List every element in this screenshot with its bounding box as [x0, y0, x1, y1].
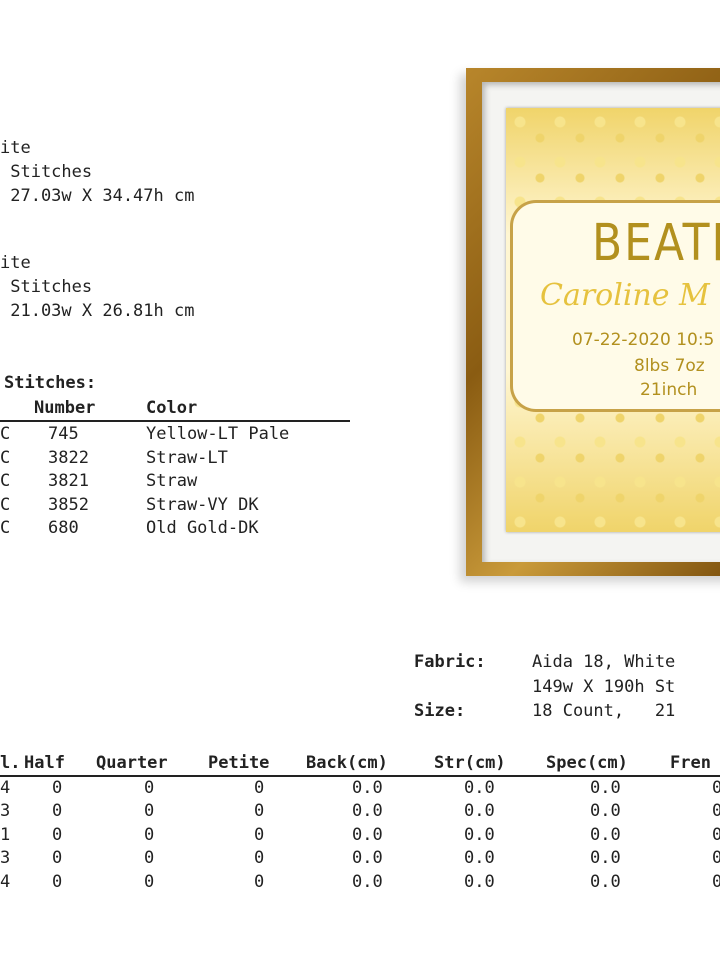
count-full: 4: [0, 778, 11, 798]
counts-col-back: Back(cm): [306, 753, 388, 773]
legend-color: Straw: [146, 471, 198, 491]
count-spec: 0.0: [590, 778, 621, 798]
count-quarter: 0: [144, 825, 155, 845]
legend-col-number: Number: [34, 398, 96, 418]
count-full: 3: [0, 801, 11, 821]
count-quarter: 0: [144, 848, 155, 868]
count-fren: 0: [712, 825, 720, 845]
cross-stitch-preview: BEATRIC Caroline M 07-22-2020 10:5 8lbs …: [506, 108, 720, 532]
count-petite: 0: [254, 825, 265, 845]
legend-brand: C: [0, 495, 11, 515]
legend-col-color: Color: [146, 398, 198, 418]
count-back: 0.0: [352, 872, 383, 892]
size-line-1: 27.03w X 34.47h cm: [0, 186, 195, 206]
count-petite: 0: [254, 801, 265, 821]
count-full: 1: [0, 825, 11, 845]
picture-first-name: BEATRIC: [592, 214, 720, 273]
legend-header-rule: [0, 420, 350, 422]
picture-frame: BEATRIC Caroline M 07-22-2020 10:5 8lbs …: [466, 68, 720, 576]
count-half: 0: [52, 848, 63, 868]
count-back: 0.0: [352, 778, 383, 798]
count-back: 0.0: [352, 848, 383, 868]
count-fren: 0: [712, 778, 720, 798]
count-str: 0.0: [464, 778, 495, 798]
count-quarter: 0: [144, 801, 155, 821]
counts-col-str: Str(cm): [434, 753, 506, 773]
count-str: 0.0: [464, 848, 495, 868]
count-str: 0.0: [464, 801, 495, 821]
legend-brand: C: [0, 471, 11, 491]
legend-color: Straw-LT: [146, 448, 228, 468]
size-line-2: 21.03w X 26.81h cm: [0, 301, 195, 321]
count-str: 0.0: [464, 872, 495, 892]
fabric-line-2: ite: [0, 253, 31, 273]
legend-heading: Stitches:: [4, 373, 97, 393]
legend-brand: C: [0, 448, 11, 468]
count-quarter: 0: [144, 778, 155, 798]
counts-col-quarter: Quarter: [96, 753, 168, 773]
picture-birth-weight: 8lbs 7oz: [634, 356, 705, 376]
legend-color: Straw-VY DK: [146, 495, 259, 515]
size-label: Size:: [414, 701, 466, 721]
stitches-line-2: Stitches: [0, 277, 93, 297]
count-str: 0.0: [464, 825, 495, 845]
count-petite: 0: [254, 778, 265, 798]
legend-brand: C: [0, 424, 11, 444]
count-half: 0: [52, 801, 63, 821]
count-petite: 0: [254, 872, 265, 892]
count-spec: 0.0: [590, 825, 621, 845]
fabric-label: Fabric:: [414, 652, 486, 672]
legend-number: 3821: [48, 471, 89, 491]
legend-number: 3822: [48, 448, 89, 468]
count-half: 0: [52, 872, 63, 892]
legend-number: 745: [48, 424, 79, 444]
count-half: 0: [52, 825, 63, 845]
size-value: 18 Count, 21: [532, 701, 676, 721]
legend-number: 680: [48, 518, 79, 538]
count-fren: 0: [712, 801, 720, 821]
count-full: 3: [0, 848, 11, 868]
count-petite: 0: [254, 848, 265, 868]
stitch-count-value: 149w X 190h St: [532, 677, 676, 697]
picture-mat: BEATRIC Caroline M 07-22-2020 10:5 8lbs …: [482, 82, 720, 562]
picture-birth-date: 07-22-2020 10:5: [572, 330, 715, 350]
count-fren: 0: [712, 848, 720, 868]
count-full: 4: [0, 872, 11, 892]
count-quarter: 0: [144, 872, 155, 892]
legend-brand: C: [0, 518, 11, 538]
counts-col-half: Half: [24, 753, 65, 773]
picture-middle-name: Caroline M: [540, 278, 710, 313]
counts-col-fren: Fren: [670, 753, 711, 773]
fabric-line-1: ite: [0, 138, 31, 158]
count-fren: 0: [712, 872, 720, 892]
legend-number: 3852: [48, 495, 89, 515]
count-spec: 0.0: [590, 848, 621, 868]
stitches-line-1: Stitches: [0, 162, 93, 182]
count-back: 0.0: [352, 825, 383, 845]
count-spec: 0.0: [590, 872, 621, 892]
legend-color: Yellow-LT Pale: [146, 424, 290, 444]
fabric-value: Aida 18, White: [532, 652, 676, 672]
picture-birth-length: 21inch: [640, 380, 698, 400]
count-back: 0.0: [352, 801, 383, 821]
legend-color: Old Gold-DK: [146, 518, 259, 538]
count-half: 0: [52, 778, 63, 798]
count-spec: 0.0: [590, 801, 621, 821]
counts-col-full: l.: [0, 753, 21, 773]
counts-col-petite: Petite: [208, 753, 270, 773]
counts-col-spec: Spec(cm): [546, 753, 628, 773]
